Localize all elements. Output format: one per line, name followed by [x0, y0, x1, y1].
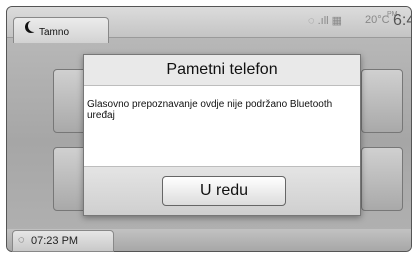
- dialog-message: Glasovno prepoznavanje ovdje nije podrža…: [87, 99, 333, 121]
- menu-tile[interactable]: [361, 69, 403, 133]
- bottom-time: 07:23 PM: [31, 235, 79, 247]
- dialog-title: Pametni telefon: [84, 55, 360, 86]
- clock-icon: ◌: [18, 234, 25, 246]
- menu-tile[interactable]: [361, 147, 403, 211]
- theme-tab[interactable]: Tamno: [13, 17, 109, 43]
- smartphone-dialog: Pametni telefon Glasovno prepoznavanje o…: [83, 54, 361, 216]
- connectivity-icons: ◌ .ıll ▦: [308, 15, 343, 27]
- theme-label: Tamno: [39, 27, 70, 38]
- temperature: 20°C: [365, 14, 390, 26]
- ok-button[interactable]: U redu: [162, 176, 286, 206]
- clock: 6:48: [393, 12, 411, 29]
- dialog-footer: U redu: [84, 166, 360, 215]
- status-bar: Tamno ◌ .ıll ▦ 20°C PM 6:48: [7, 7, 411, 43]
- time-chip[interactable]: ◌ 07:23 PM: [12, 230, 114, 252]
